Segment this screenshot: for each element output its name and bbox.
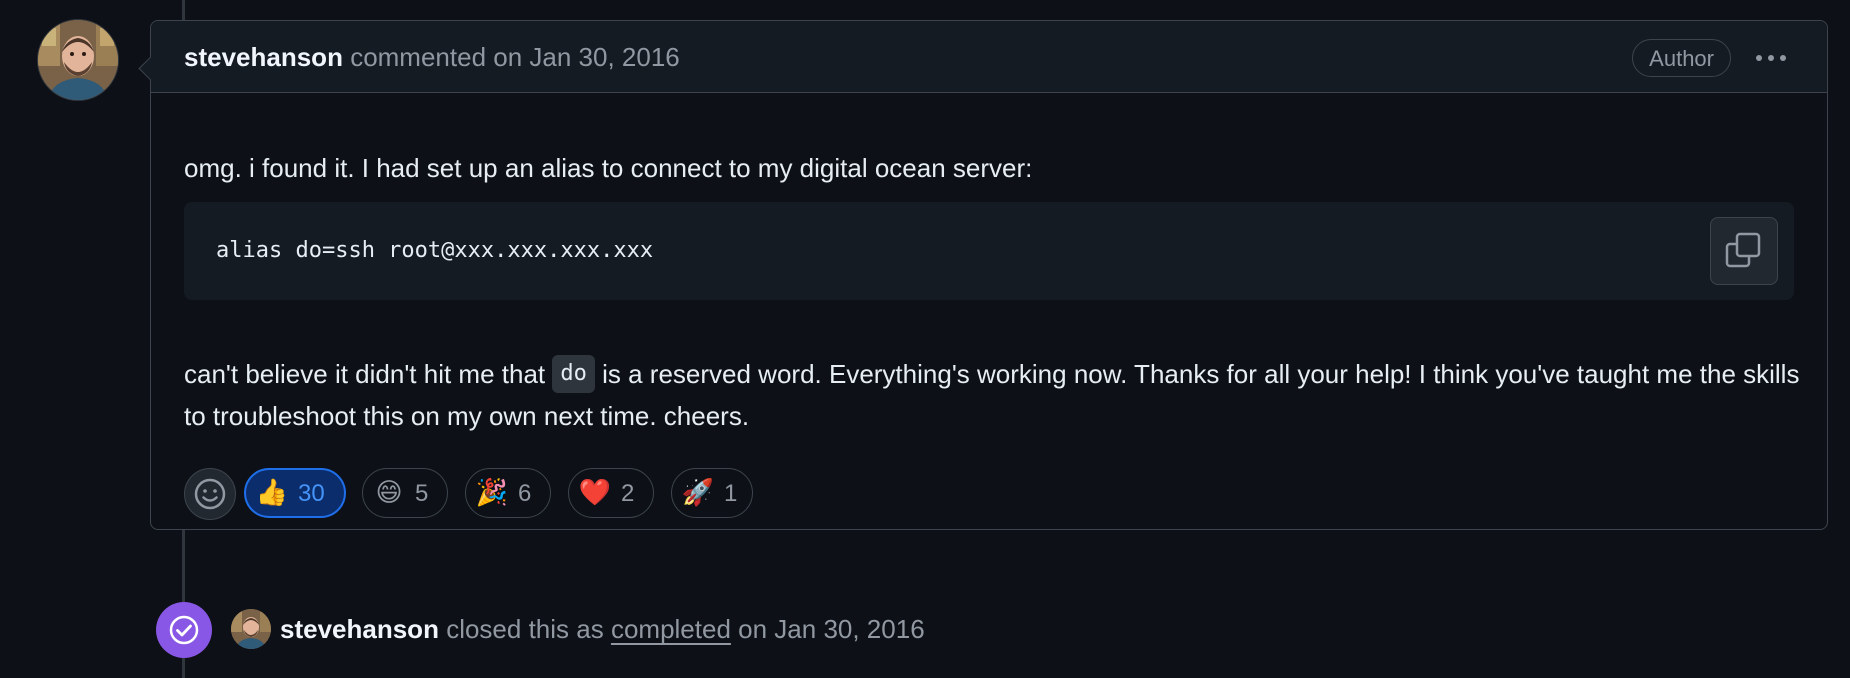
reaction-rocket[interactable]: 🚀 1 xyxy=(671,468,753,518)
code-text: alias do=ssh root@xxx.xxx.xxx.xxx xyxy=(216,238,654,263)
issue-closed-check-icon xyxy=(156,602,212,658)
reaction-thumbs-up[interactable]: 👍 30 xyxy=(244,468,346,518)
reaction-heart[interactable]: ❤️ 2 xyxy=(568,468,654,518)
copy-button[interactable] xyxy=(1710,217,1778,285)
event-action: closed this as xyxy=(446,614,604,644)
reaction-count: 5 xyxy=(415,480,429,507)
author-badge: Author xyxy=(1632,39,1731,77)
reaction-count: 30 xyxy=(298,480,325,507)
thumbs-up-icon: 👍 xyxy=(255,478,289,508)
smiley-icon xyxy=(194,478,226,510)
comment-paragraph-1: omg. i found it. I had set up an alias t… xyxy=(184,153,1033,183)
reaction-tada[interactable]: 🎉 6 xyxy=(465,468,551,518)
comment-header-text: stevehanson commented on Jan 30, 2016 xyxy=(184,41,680,73)
comment-header: stevehanson commented on Jan 30, 2016 Au… xyxy=(151,21,1827,93)
avatar-image xyxy=(38,20,118,100)
copy-icon xyxy=(1725,232,1761,268)
reaction-count: 2 xyxy=(621,480,635,507)
tada-icon: 🎉 xyxy=(475,478,509,508)
reaction-smile[interactable]: 😄 5 xyxy=(362,468,448,518)
event-date[interactable]: on Jan 30, 2016 xyxy=(738,614,925,644)
kebab-horizontal-icon[interactable] xyxy=(1753,43,1789,73)
author-avatar[interactable] xyxy=(37,19,119,101)
rocket-icon: 🚀 xyxy=(681,478,715,508)
comment-paragraph-2: can't believe it didn't hit me that do i… xyxy=(184,353,1804,437)
inline-code: do xyxy=(552,355,595,394)
author-link[interactable]: stevehanson xyxy=(184,42,343,72)
actor-link[interactable]: stevehanson xyxy=(280,614,439,644)
paragraph-2-text-before: can't believe it didn't hit me that xyxy=(184,359,546,389)
add-reaction-button[interactable] xyxy=(184,468,236,520)
actor-avatar-image xyxy=(231,609,271,649)
heart-icon: ❤️ xyxy=(578,478,612,508)
smile-icon: 😄 xyxy=(375,478,403,508)
comment-card: stevehanson commented on Jan 30, 2016 Au… xyxy=(138,20,1828,530)
completed-link[interactable]: completed xyxy=(611,614,731,644)
reaction-count: 1 xyxy=(724,480,738,507)
reaction-count: 6 xyxy=(518,480,532,507)
comment-timestamp[interactable]: commented on Jan 30, 2016 xyxy=(350,42,680,72)
actor-avatar[interactable] xyxy=(231,609,271,649)
code-block: alias do=ssh root@xxx.xxx.xxx.xxx xyxy=(184,202,1794,300)
event-text: stevehanson closed this as completed on … xyxy=(280,612,925,646)
